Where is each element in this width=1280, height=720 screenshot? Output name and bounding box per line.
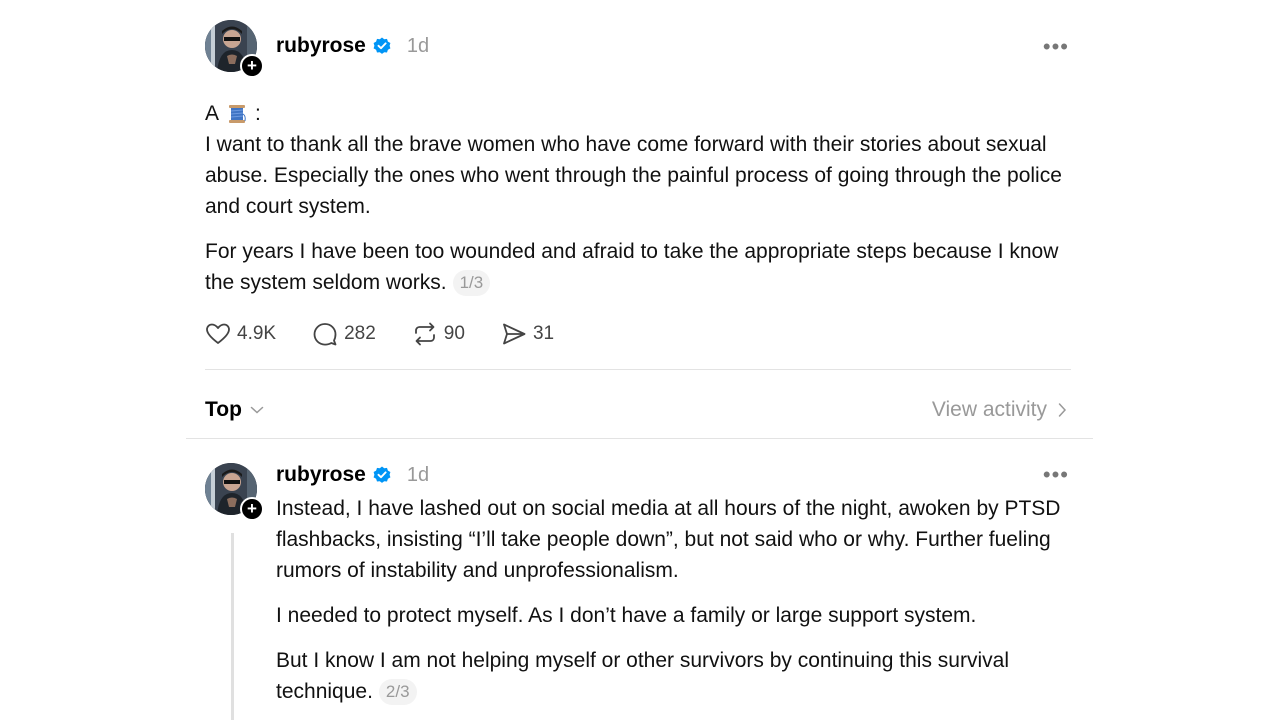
- thread-count-badge: 1/3: [452, 270, 491, 296]
- share-count: 31: [532, 323, 555, 344]
- verified-badge-icon: [373, 37, 391, 55]
- repost-button[interactable]: 90: [412, 321, 465, 347]
- view-activity-label: View activity: [931, 398, 1047, 421]
- view-activity-link[interactable]: View activity: [932, 398, 1067, 422]
- reply-button[interactable]: 282: [312, 321, 376, 347]
- verified-badge-icon: [373, 466, 391, 484]
- sort-row: Top View activity: [205, 370, 1071, 448]
- reply-paragraph-3: But I know I am not helping myself or ot…: [276, 645, 1066, 707]
- reply-time: 1d: [406, 463, 430, 486]
- share-button[interactable]: 31: [501, 321, 554, 347]
- reply-paragraph-2: I needed to protect myself. As I don’t h…: [276, 604, 977, 627]
- username[interactable]: rubyrose: [276, 463, 366, 487]
- intro-suffix: :: [255, 102, 261, 125]
- avatar[interactable]: +: [205, 20, 264, 78]
- reply-body: Instead, I have lashed out on social med…: [276, 493, 1066, 707]
- more-icon[interactable]: •••: [1043, 464, 1069, 486]
- sort-label: Top: [205, 398, 242, 421]
- comment-icon: [313, 323, 337, 346]
- username[interactable]: rubyrose: [276, 34, 366, 58]
- reply-paragraph-1: Instead, I have lashed out on social med…: [276, 497, 1061, 582]
- repost-icon: [414, 322, 435, 346]
- sort-dropdown[interactable]: Top: [205, 398, 264, 422]
- post-paragraph-1: I want to thank all the brave women who …: [205, 133, 1062, 218]
- post-time: 1d: [406, 34, 430, 57]
- post-actions: 4.9K 282 90 31: [205, 320, 1071, 348]
- heart-icon: [206, 323, 230, 344]
- main-post: + rubyrose 1d ••• A: I want to thank al…: [205, 20, 1071, 448]
- post-paragraph-2: For years I have been too wounded and af…: [205, 236, 1071, 298]
- like-count: 4.9K: [237, 323, 277, 344]
- more-icon[interactable]: •••: [1043, 36, 1069, 58]
- reply-count: 282: [344, 323, 376, 344]
- post-paragraph-2-text: For years I have been too wounded and af…: [205, 240, 1059, 294]
- like-button[interactable]: 4.9K: [205, 321, 276, 347]
- repost-count: 90: [443, 323, 465, 344]
- send-icon: [503, 323, 526, 345]
- post-intro-line: A :: [205, 98, 1071, 129]
- reply-post: + rubyrose 1d ••• Instead, I have lashed…: [205, 463, 1071, 720]
- thread-count-badge: 2/3: [378, 679, 417, 705]
- thread-spool-emoji: [225, 102, 249, 126]
- chevron-down-icon: [250, 406, 264, 414]
- post-meta: rubyrose 1d: [276, 34, 429, 58]
- post-header: + rubyrose 1d •••: [205, 20, 1071, 78]
- plus-icon[interactable]: +: [240, 54, 264, 78]
- threads-post-page: + rubyrose 1d ••• A: I want to thank al…: [0, 0, 1280, 720]
- avatar[interactable]: +: [205, 463, 264, 521]
- post-body: A : I want to thank all the brave women …: [205, 98, 1071, 298]
- plus-icon[interactable]: +: [240, 497, 264, 521]
- intro-letter: A: [205, 102, 220, 125]
- thread-line: [231, 533, 234, 720]
- reply-meta: rubyrose 1d: [276, 463, 429, 487]
- chevron-right-icon: [1058, 403, 1067, 417]
- section-divider: [186, 438, 1093, 439]
